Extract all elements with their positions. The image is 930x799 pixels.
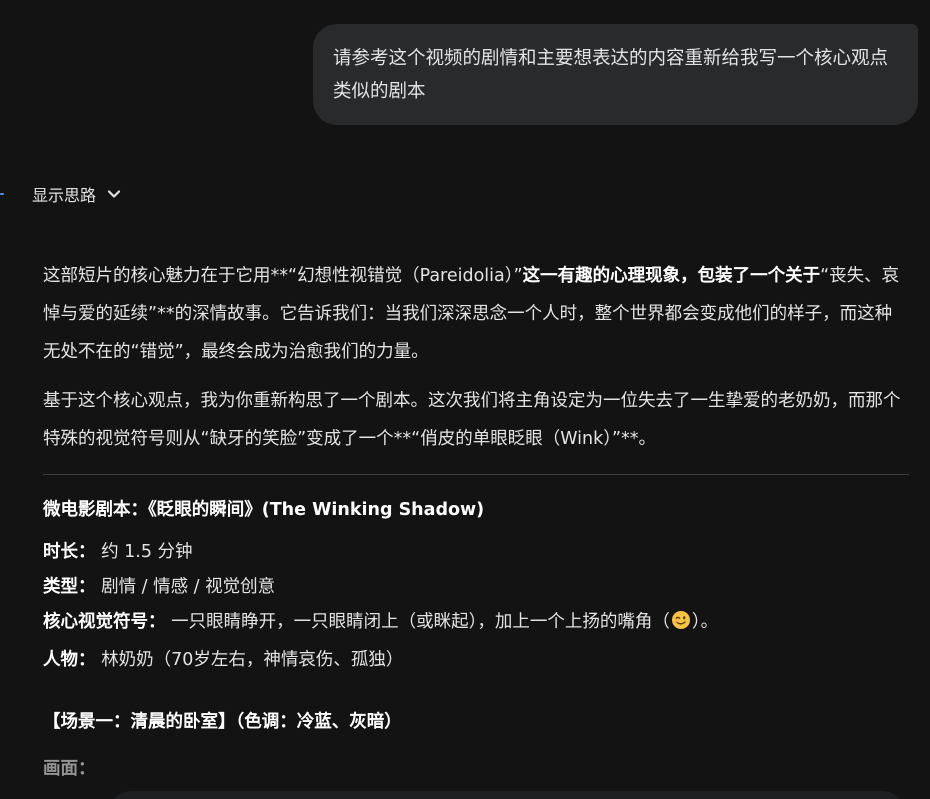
detail-row-duration: 时长： 约 1.5 分钟	[43, 535, 909, 570]
intro-bold-text: 这一有趣的心理现象，包装了一个关于	[522, 266, 821, 286]
detail-key: 类型：	[43, 577, 96, 597]
second-paragraph: 基于这个核心观点，我为你重新构思了一个剧本。这次我们将主角设定为一位失去了一生挚…	[43, 391, 901, 449]
model-response: 这部短片的核心魅力在于它用**“幻想性视错觉（Pareidolia）”这一有趣的…	[43, 257, 909, 786]
detail-row-visual-symbol: 核心视觉符号： 一只眼睛睁开，一只眼睛闭上（或眯起），加上一个上扬的嘴角（ ）。	[43, 605, 909, 643]
detail-value-tail: ）。	[691, 612, 719, 632]
detail-key: 时长：	[43, 542, 96, 562]
show-thinking-label: 显示思路	[32, 186, 97, 205]
detail-row-characters: 人物： 林奶奶（70岁左右，神情哀伤、孤独）	[43, 643, 909, 678]
show-thinking-toggle[interactable]: 显示思路	[0, 178, 122, 210]
detail-key: 人物：	[43, 650, 96, 670]
detail-value: 林奶奶（70岁左右，神情哀伤、孤独）	[101, 650, 404, 670]
thinking-edge-mark	[0, 193, 4, 195]
scene-heading: 【场景一：清晨的卧室】（色调：冷蓝、灰暗）	[43, 712, 402, 732]
detail-value: 一只眼睛睁开，一只眼睛闭上（或眯起），加上一个上扬的嘴角（	[171, 612, 670, 632]
wink-emoji-icon	[671, 608, 691, 643]
detail-row-genre: 类型： 剧情 / 情感 / 视觉创意	[43, 570, 909, 605]
script-details: 时长： 约 1.5 分钟 类型： 剧情 / 情感 / 视觉创意 核心视觉符号： …	[43, 535, 909, 678]
chat-page: 请参考这个视频的剧情和主要想表达的内容重新给我写一个核心观点类似的剧本 显示思路…	[0, 0, 930, 799]
user-message-text: 请参考这个视频的剧情和主要想表达的内容重新给我写一个核心观点类似的剧本	[333, 48, 889, 102]
intro-text-1: 这部短片的核心魅力在于它用**“幻想性视错觉（Pareidolia）”	[43, 266, 523, 286]
divider	[43, 474, 909, 475]
intro-paragraph: 这部短片的核心魅力在于它用**“幻想性视错觉（Pareidolia）”这一有趣的…	[43, 257, 909, 371]
detail-value: 约 1.5 分钟	[101, 542, 193, 562]
composer-edge[interactable]	[108, 791, 906, 799]
chevron-down-icon[interactable]	[106, 186, 122, 202]
script-title: 微电影剧本：《眨眼的瞬间》(The Winking Shadow)	[43, 500, 485, 520]
detail-value: 剧情 / 情感 / 视觉创意	[101, 577, 276, 597]
detail-key: 核心视觉符号：	[43, 612, 166, 632]
user-message-bubble: 请参考这个视频的剧情和主要想表达的内容重新给我写一个核心观点类似的剧本	[313, 24, 918, 125]
